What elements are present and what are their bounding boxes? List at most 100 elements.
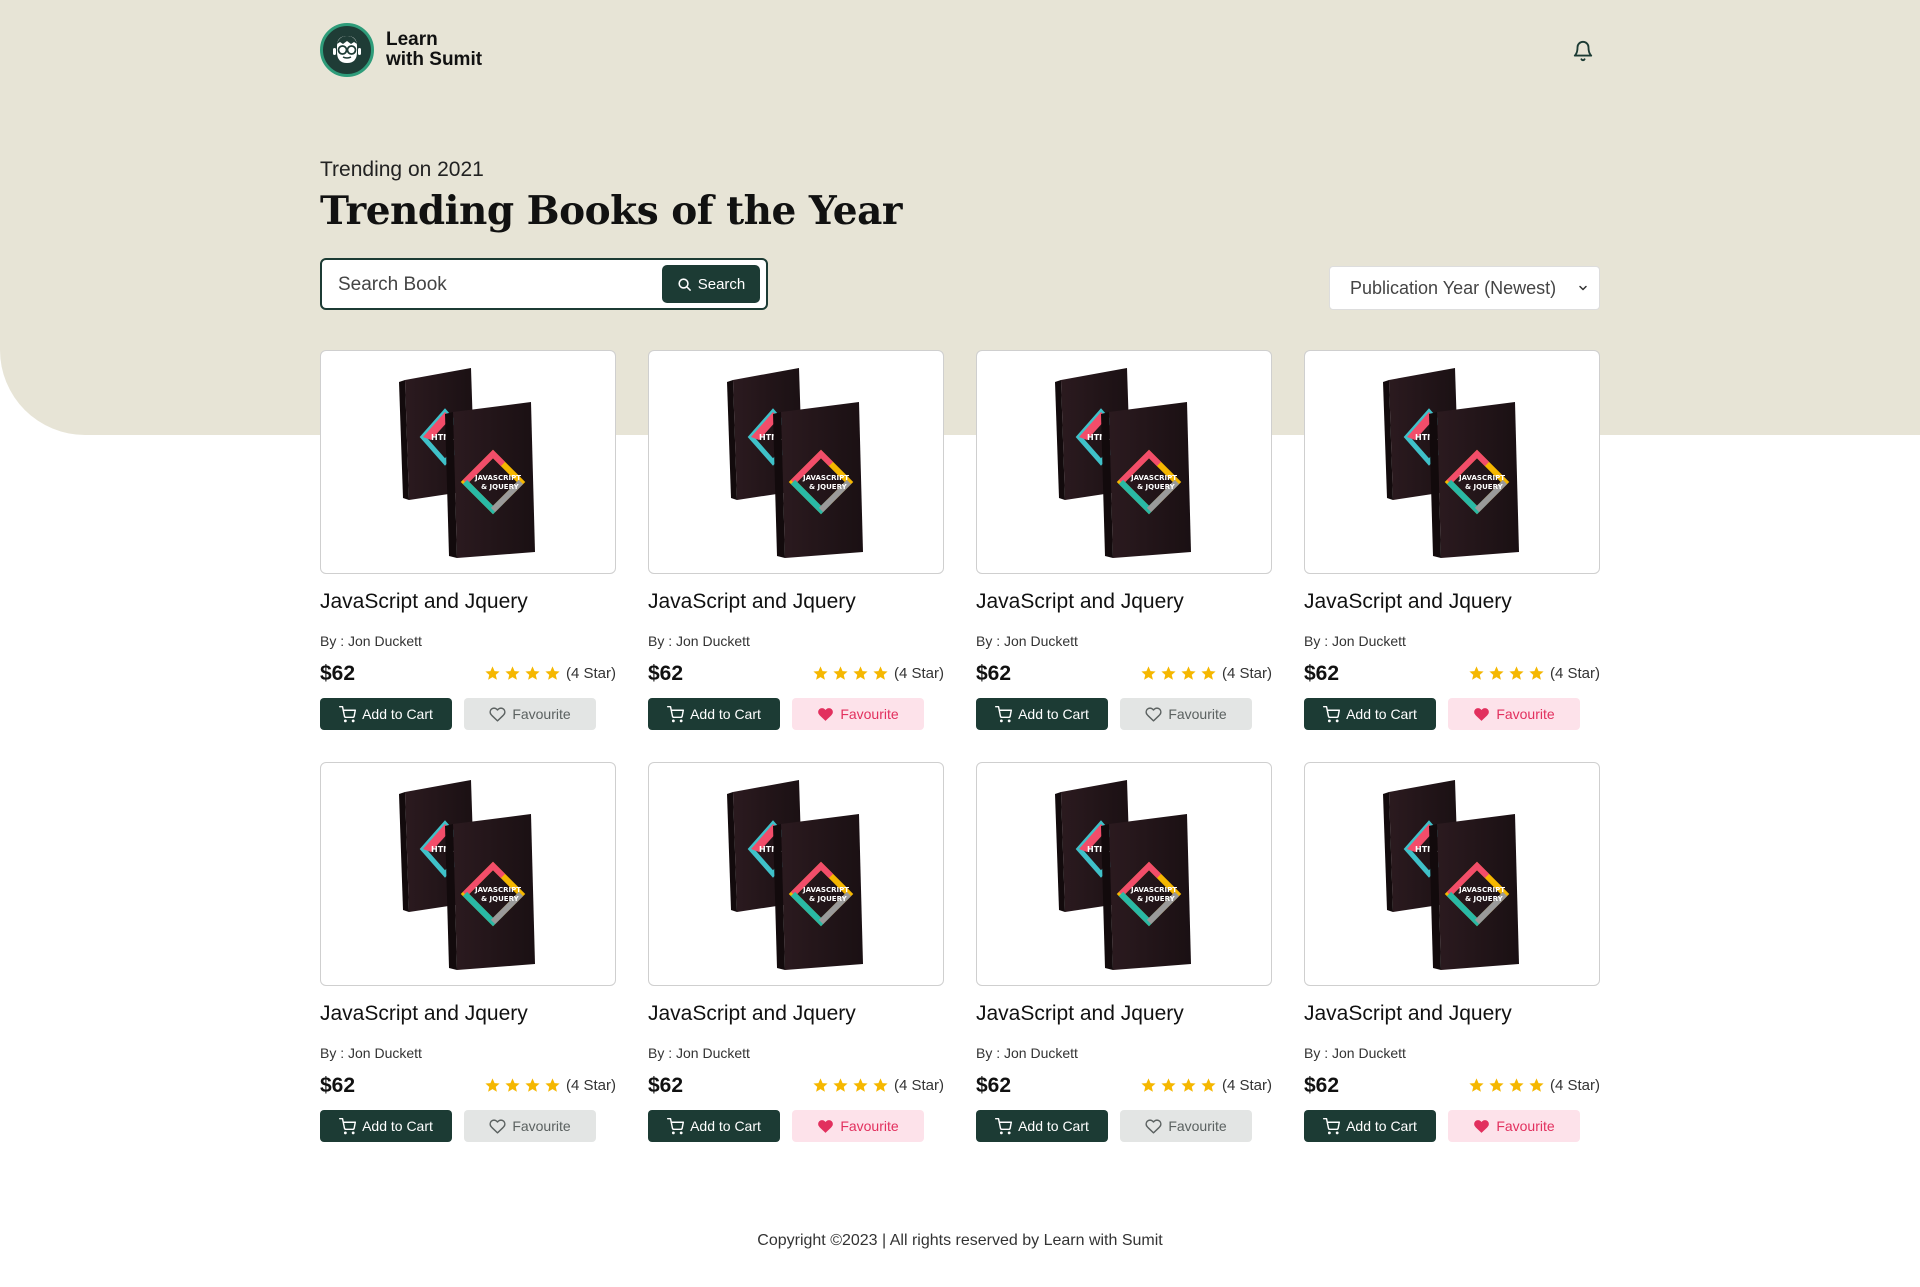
book-title[interactable]: JavaScript and Jquery (648, 590, 856, 614)
svg-text:& JQUERY: & JQUERY (481, 895, 520, 903)
star-icon (1489, 1078, 1504, 1092)
favourite-button[interactable]: Favourite (1448, 1110, 1580, 1142)
favourite-label: Favourite (840, 1118, 899, 1134)
book-title[interactable]: JavaScript and Jquery (1304, 590, 1512, 614)
svg-text:& JQUERY: & JQUERY (1465, 895, 1504, 903)
search-icon (678, 277, 691, 291)
add-to-cart-button[interactable]: Add to Cart (1304, 698, 1436, 730)
bell-icon[interactable] (1572, 40, 1594, 62)
book-title[interactable]: JavaScript and Jquery (320, 590, 528, 614)
book-cover[interactable]: HTML JAVASCRIPT & JQUERY (648, 762, 944, 986)
book-price: $62 (320, 1074, 356, 1097)
favourite-button[interactable]: Favourite (464, 1110, 596, 1142)
star-icon (1181, 1078, 1196, 1092)
book-cover[interactable]: HTML JAVASCRIPT & JQUERY (976, 350, 1272, 574)
star-icon (1141, 666, 1156, 680)
book-rating: (4 Star) (1468, 665, 1600, 682)
book-card: HTML JAVASCRIPT & JQUERY JavaScript and Jqu… (648, 350, 944, 730)
book-price: $62 (320, 662, 356, 685)
add-to-cart-button[interactable]: Add to Cart (648, 1110, 780, 1142)
star-icon (1509, 666, 1524, 680)
heart-filled-icon (818, 1119, 834, 1133)
add-to-cart-label: Add to Cart (362, 1118, 433, 1134)
favourite-label: Favourite (840, 706, 899, 722)
star-icon (1161, 1078, 1176, 1092)
book-title[interactable]: JavaScript and Jquery (976, 590, 1184, 614)
search-input[interactable] (338, 271, 648, 299)
book-cover[interactable]: HTML JAVASCRIPT & JQUERY (648, 350, 944, 574)
favourite-button[interactable]: Favourite (792, 698, 924, 730)
heart-outline-icon (489, 1118, 506, 1134)
favourite-label: Favourite (1168, 706, 1227, 722)
star-icon (833, 666, 848, 680)
star-icon (1201, 1078, 1216, 1092)
book-title[interactable]: JavaScript and Jquery (320, 1002, 528, 1026)
brand-line-1: Learn (386, 29, 438, 50)
add-to-cart-button[interactable]: Add to Cart (976, 1110, 1108, 1142)
favourite-button[interactable]: Favourite (464, 698, 596, 730)
heart-outline-icon (489, 706, 506, 722)
heart-filled-icon (1474, 1119, 1490, 1133)
search-form: Search (320, 258, 768, 310)
book-card: HTML JAVASCRIPT & JQUERY JavaScript and Jqu… (976, 762, 1272, 1142)
book-cover[interactable]: HTML JAVASCRIPT & JQUERY (320, 762, 616, 986)
rating-label: (4 Star) (1549, 665, 1600, 682)
sort-select[interactable]: Publication Year (Newest) (1329, 266, 1600, 310)
cart-icon (667, 705, 685, 722)
favourite-button[interactable]: Favourite (1120, 1110, 1252, 1142)
search-button[interactable]: Search (662, 265, 760, 303)
favourite-button[interactable]: Favourite (1448, 698, 1580, 730)
book-title[interactable]: JavaScript and Jquery (1304, 1002, 1512, 1026)
book-rating: (4 Star) (1140, 665, 1272, 682)
star-icon (1529, 1078, 1544, 1092)
svg-text:JAVASCRIPT: JAVASCRIPT (802, 886, 849, 894)
add-to-cart-label: Add to Cart (690, 706, 761, 722)
add-to-cart-button[interactable]: Add to Cart (648, 698, 780, 730)
favourite-button[interactable]: Favourite (792, 1110, 924, 1142)
svg-text:JAVASCRIPT: JAVASCRIPT (1130, 886, 1177, 894)
book-price: $62 (976, 662, 1012, 685)
book-cover[interactable]: HTML JAVASCRIPT & JQUERY (1304, 762, 1600, 986)
book-title[interactable]: JavaScript and Jquery (648, 1002, 856, 1026)
book-cover-image: HTMLJAVASCRIPT& JQUERY (399, 780, 535, 970)
favourite-label: Favourite (512, 706, 571, 722)
book-title[interactable]: JavaScript and Jquery (976, 1002, 1184, 1026)
add-to-cart-button[interactable]: Add to Cart (320, 698, 452, 730)
book-author: By : Jon Duckett (976, 633, 1078, 649)
book-author: By : Jon Duckett (648, 633, 750, 649)
book-cover[interactable]: HTML JAVASCRIPT & JQUERY (1304, 350, 1600, 574)
star-icon (525, 1078, 540, 1092)
star-icon (873, 666, 888, 680)
book-card: HTML JAVASCRIPT & JQUERY JavaScript and Jqu… (976, 350, 1272, 730)
brand-logo[interactable]: Learn with Sumit (320, 23, 482, 77)
heart-outline-icon (1145, 1118, 1162, 1134)
svg-text:& JQUERY: & JQUERY (1137, 483, 1176, 491)
star-icon (525, 666, 540, 680)
book-price: $62 (1304, 1074, 1340, 1097)
book-author: By : Jon Duckett (320, 1045, 422, 1061)
book-author: By : Jon Duckett (1304, 1045, 1406, 1061)
rating-label: (4 Star) (565, 665, 616, 682)
add-to-cart-button[interactable]: Add to Cart (976, 698, 1108, 730)
book-cover-image: HTMLJAVASCRIPT& JQUERY (727, 368, 863, 558)
svg-text:& JQUERY: & JQUERY (809, 895, 848, 903)
rating-label: (4 Star) (1549, 1077, 1600, 1094)
sort-selected-value: Publication Year (Newest) (1350, 277, 1557, 298)
book-cover[interactable]: HTML JAVASCRIPT & JQUERY (320, 350, 616, 574)
cart-icon (995, 1117, 1013, 1134)
star-icon (505, 1078, 520, 1092)
nerd-glasses-logo-icon (320, 23, 374, 77)
book-author: By : Jon Duckett (976, 1045, 1078, 1061)
add-to-cart-button[interactable]: Add to Cart (320, 1110, 452, 1142)
book-card: HTML JAVASCRIPT & JQUERY JavaScript and Jqu… (648, 762, 944, 1142)
favourite-button[interactable]: Favourite (1120, 698, 1252, 730)
book-cover[interactable]: HTML JAVASCRIPT & JQUERY (976, 762, 1272, 986)
book-cover-image: HTMLJAVASCRIPT& JQUERY (1383, 780, 1519, 970)
book-cover-image: HTMLJAVASCRIPT& JQUERY (399, 368, 535, 558)
book-cover-image: HTMLJAVASCRIPT& JQUERY (1383, 368, 1519, 558)
book-author: By : Jon Duckett (648, 1045, 750, 1061)
add-to-cart-button[interactable]: Add to Cart (1304, 1110, 1436, 1142)
star-icon (873, 1078, 888, 1092)
favourite-label: Favourite (1168, 1118, 1227, 1134)
star-icon (1469, 1078, 1484, 1092)
